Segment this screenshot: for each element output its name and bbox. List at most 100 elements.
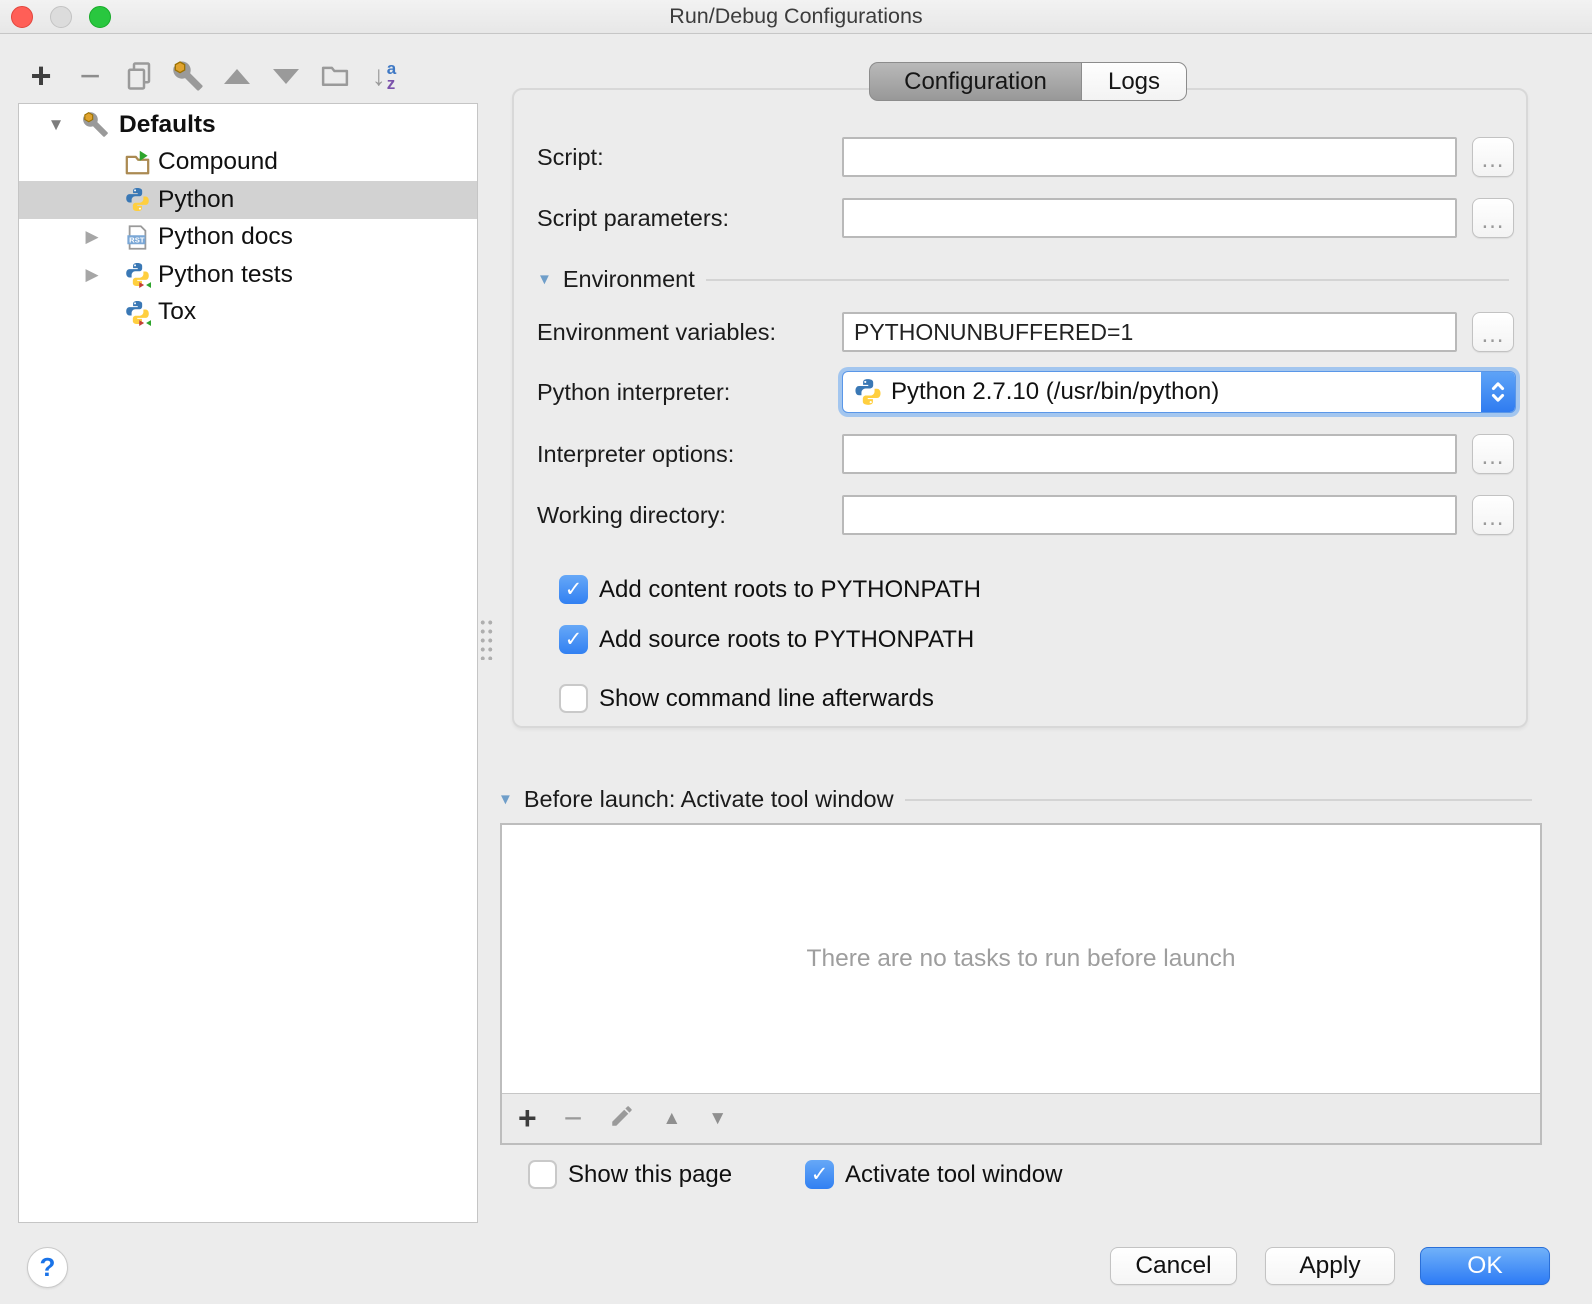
check-icon: ✓ (810, 1163, 829, 1186)
interpreter-options-label: Interpreter options: (537, 441, 735, 467)
show-command-line-checkbox[interactable]: ✓ (559, 684, 588, 713)
minimize-window-button[interactable] (50, 6, 72, 28)
tree-item-python-selected[interactable]: Python (19, 181, 477, 219)
edit-defaults-button[interactable] (171, 56, 205, 96)
python-tests-icon (124, 261, 151, 289)
show-this-page-label[interactable]: Show this page (568, 1160, 732, 1190)
show-this-page-checkbox[interactable]: ✓ (528, 1160, 557, 1189)
interpreter-options-input[interactable] (842, 434, 1457, 474)
zoom-window-button[interactable] (89, 6, 111, 28)
combo-stepper[interactable] (1481, 372, 1515, 412)
move-task-up-button[interactable]: ▲ (662, 1108, 681, 1130)
add-content-roots-checkbox[interactable]: ✓ (559, 575, 588, 604)
tree-item-label: Tox (158, 298, 197, 326)
wrench-icon (173, 61, 203, 91)
add-configuration-button[interactable]: + (24, 56, 58, 96)
up-down-chevrons-icon (1491, 382, 1505, 402)
add-content-roots-label[interactable]: Add content roots to PYTHONPATH (599, 575, 981, 605)
plus-icon: + (30, 55, 52, 96)
add-source-roots-checkbox[interactable]: ✓ (559, 625, 588, 654)
interpreter-options-browse-button[interactable]: … (1472, 434, 1514, 474)
rst-badge: RST (129, 235, 145, 244)
sort-alphabetically-icon: ↓ a z (371, 59, 397, 93)
before-launch-title: Before launch: Activate tool window (523, 786, 894, 812)
copy-configuration-button[interactable] (122, 56, 156, 96)
move-down-icon (273, 68, 299, 84)
pencil-icon (612, 1106, 633, 1126)
ellipsis-icon: … (1480, 443, 1506, 470)
remove-configuration-button[interactable]: − (73, 56, 107, 96)
apply-button[interactable]: Apply (1265, 1247, 1395, 1285)
compound-folder-icon (124, 149, 151, 176)
activate-tool-window-checkbox[interactable]: ✓ (805, 1160, 834, 1189)
ellipsis-icon: … (1480, 207, 1506, 234)
configurations-tree: ▼ Defaults Compound Python ▶ RST Python … (18, 103, 478, 1223)
tab-logs[interactable]: Logs (1081, 62, 1187, 101)
add-source-roots-label[interactable]: Add source roots to PYTHONPATH (599, 625, 974, 655)
edit-task-button[interactable] (609, 1103, 635, 1134)
tree-item-label: Compound (158, 148, 278, 176)
working-directory-label: Working directory: (537, 502, 726, 528)
environment-section-header[interactable]: ▼ Environment (537, 266, 1509, 293)
tree-item-label: Defaults (119, 110, 216, 138)
tab-configuration[interactable]: Configuration (869, 62, 1081, 101)
script-parameters-input[interactable] (842, 198, 1457, 238)
activate-tool-window-label[interactable]: Activate tool window (845, 1160, 1062, 1190)
titlebar: Run/Debug Configurations (0, 0, 1592, 34)
disclosure-closed-icon[interactable]: ▶ (81, 227, 103, 247)
tree-item-python-docs[interactable]: ▶ RST Python docs (19, 219, 477, 257)
python-icon (855, 379, 881, 405)
tree-item-tox[interactable]: Tox (19, 294, 477, 332)
python-interpreter-label: Python interpreter: (537, 379, 731, 405)
move-up-icon (224, 68, 250, 84)
question-mark-icon: ? (39, 1252, 56, 1282)
tree-item-compound[interactable]: Compound (19, 144, 477, 182)
python-icon (124, 186, 151, 213)
working-directory-browse-button[interactable]: … (1472, 495, 1514, 535)
script-parameters-browse-button[interactable]: … (1472, 198, 1514, 238)
move-up-button[interactable] (220, 56, 254, 96)
minus-icon: − (79, 55, 101, 96)
tree-item-label: Python tests (158, 260, 293, 288)
script-browse-button[interactable]: … (1472, 137, 1514, 177)
tree-item-python-tests[interactable]: ▶ Python tests (19, 256, 477, 294)
show-command-line-label[interactable]: Show command line afterwards (599, 684, 934, 714)
script-parameters-label: Script parameters: (537, 205, 729, 231)
environment-variables-input[interactable] (842, 312, 1457, 352)
before-launch-section-header[interactable]: ▼ Before launch: Activate tool window (498, 786, 1532, 813)
panel-splitter-handle[interactable] (479, 618, 494, 660)
section-divider (904, 798, 1532, 801)
close-window-button[interactable] (11, 6, 33, 28)
working-directory-input[interactable] (842, 495, 1457, 535)
before-launch-task-list: There are no tasks to run before launch … (500, 823, 1542, 1145)
empty-tasks-message: There are no tasks to run before launch (806, 945, 1236, 972)
collapse-triangle-icon[interactable]: ▼ (498, 791, 513, 808)
cancel-button[interactable]: Cancel (1110, 1247, 1237, 1285)
add-task-button[interactable]: + (518, 1100, 537, 1137)
check-icon: ✓ (564, 578, 583, 601)
folder-icon (321, 66, 349, 86)
tree-item-label: Python (158, 185, 235, 213)
environment-variables-label: Environment variables: (537, 319, 777, 345)
collapse-triangle-icon[interactable]: ▼ (537, 271, 552, 288)
sort-configurations-button[interactable]: ↓ a z (367, 56, 401, 96)
move-task-down-button[interactable]: ▼ (708, 1108, 727, 1130)
script-input[interactable] (842, 137, 1457, 177)
window-title: Run/Debug Configurations (669, 4, 923, 28)
environment-variables-browse-button[interactable]: … (1472, 312, 1514, 352)
tox-python-icon (124, 299, 151, 326)
tree-item-defaults[interactable]: ▼ Defaults (19, 106, 477, 144)
python-interpreter-select[interactable]: Python 2.7.10 (/usr/bin/python) (842, 371, 1516, 413)
ellipsis-icon: … (1480, 504, 1506, 531)
remove-task-button[interactable]: − (564, 1100, 583, 1137)
disclosure-closed-icon[interactable]: ▶ (81, 265, 103, 285)
create-folder-button[interactable] (318, 56, 352, 96)
move-down-button[interactable] (269, 56, 303, 96)
section-divider (705, 278, 1509, 281)
ellipsis-icon: … (1480, 146, 1506, 173)
ok-button[interactable]: OK (1420, 1247, 1550, 1285)
ellipsis-icon: … (1480, 321, 1506, 348)
help-button[interactable]: ? (27, 1247, 68, 1288)
settings-tabbar: Configuration Logs (869, 62, 1187, 101)
disclosure-open-icon[interactable]: ▼ (45, 115, 67, 135)
